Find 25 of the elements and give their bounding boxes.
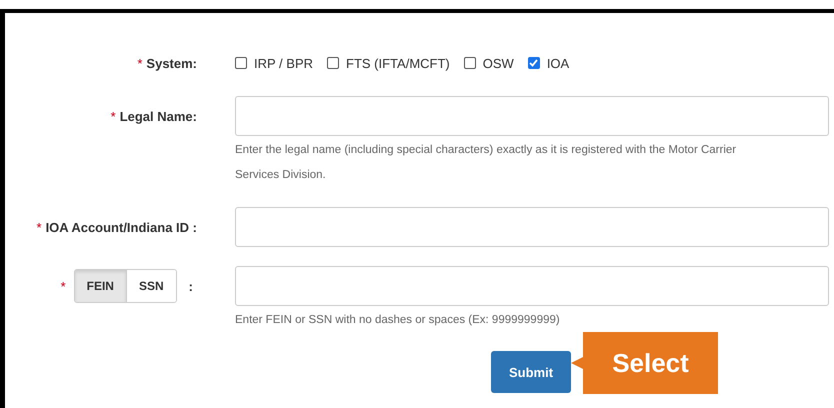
help-text: Enter FEIN or SSN with no dashes or spaces (Ex: 9999999999) (235, 313, 561, 328)
checkbox[interactable] (235, 57, 247, 69)
field-label: Legal Name: (120, 108, 197, 124)
checkbox[interactable] (327, 57, 340, 69)
required-asterisk: * (110, 108, 116, 124)
checkbox[interactable] (464, 57, 476, 69)
required-asterisk: * (36, 220, 42, 234)
checkbox-label: FTS (IFTA/MCFT) (346, 56, 450, 70)
required-asterisk: * (60, 278, 66, 294)
text-field[interactable] (235, 96, 829, 136)
field-label: : (188, 278, 193, 294)
callout-label: Select (571, 332, 718, 394)
checkbox-label: OSW (482, 56, 514, 70)
required-asterisk: * (137, 56, 142, 70)
text-field[interactable] (235, 266, 829, 306)
checkbox[interactable] (528, 57, 540, 69)
help-text: Enter the legal name (including special characters) exactly as it is registered with the Motor Carrier Services Division. (235, 143, 738, 183)
field-label: System: (146, 56, 197, 70)
toggle-button[interactable]: FEIN (74, 270, 126, 302)
field-label: IOA Account/Indiana ID : (46, 220, 197, 234)
checkbox-label: IOA (546, 56, 570, 70)
submit-button[interactable]: Submit (491, 351, 571, 393)
text-field[interactable] (235, 207, 829, 247)
toggle-button[interactable]: SSN (126, 270, 176, 302)
checkbox-label: IRP / BPR (254, 56, 314, 70)
